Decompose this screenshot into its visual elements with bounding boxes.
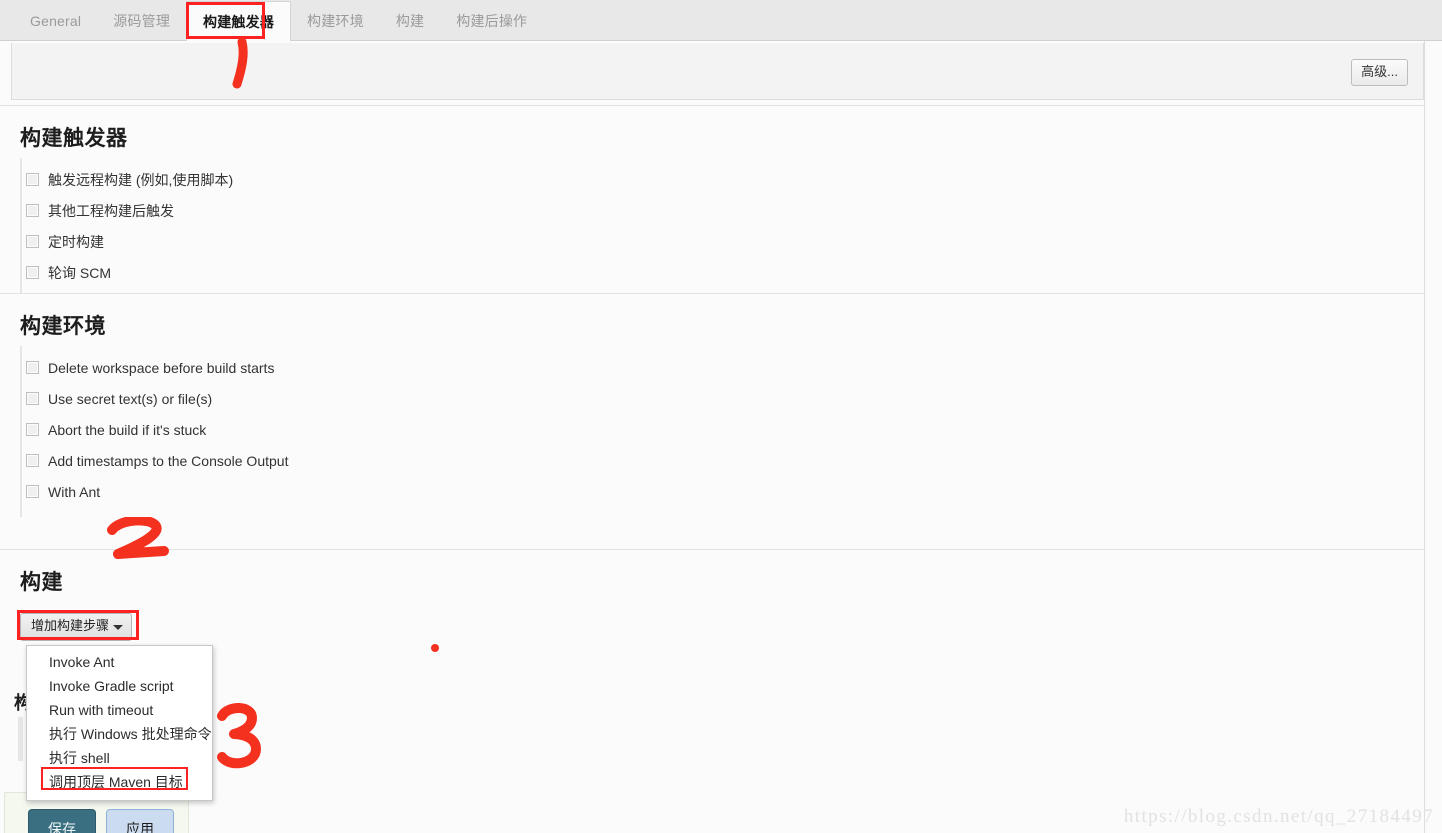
tab-label: 构建后操作 xyxy=(456,12,528,29)
option-label: With Ant xyxy=(48,483,101,500)
advanced-button[interactable]: 高级... xyxy=(1351,59,1408,87)
tab-label: 构建 xyxy=(395,12,425,29)
right-border-rule xyxy=(1424,41,1425,833)
option-row[interactable]: 定时构建? xyxy=(22,226,1424,257)
option-row[interactable]: 轮询 SCM? xyxy=(22,257,1424,288)
option-label: 定时构建 xyxy=(48,233,104,250)
option-row[interactable]: Use secret text(s) or file(s)? xyxy=(22,383,1424,414)
option-label: Use secret text(s) or file(s) xyxy=(48,390,213,407)
section-title: 构建环境 xyxy=(20,315,106,338)
option-row[interactable]: Add timestamps to the Console Output xyxy=(22,445,1424,476)
tab-5[interactable]: 构建后操作 xyxy=(440,0,543,41)
dropdown-item-5[interactable]: 调用顶层 Maven 目标 xyxy=(27,770,212,794)
option-list: Delete workspace before build starts Use … xyxy=(20,346,1424,517)
tab-label: 构建触发器 xyxy=(203,13,275,30)
tab-2[interactable]: 构建触发器 xyxy=(186,1,292,41)
option-row[interactable]: Abort the build if it's stuck xyxy=(22,414,1424,445)
checkbox[interactable] xyxy=(26,361,39,374)
section-title-build: 构建 xyxy=(20,571,63,594)
tab-0[interactable]: General xyxy=(14,0,97,41)
red-dot-marker xyxy=(431,644,439,652)
general-advanced-panel: 高级... xyxy=(11,43,1424,100)
checkbox[interactable] xyxy=(26,173,39,186)
obscured-option-rule xyxy=(18,717,23,761)
config-tab-bar: General 源码管理 构建触发器 构建环境 构建 构建后操作 xyxy=(0,0,1442,41)
section-build: 构建 xyxy=(0,549,1424,688)
section-title: 构建触发器 xyxy=(20,127,128,150)
option-row[interactable]: With Ant? xyxy=(22,476,1424,507)
option-list: 触发远程构建 (例如,使用脚本)?其他工程构建后触发?定时构建?轮询 SCM? xyxy=(20,158,1424,298)
option-label: 轮询 SCM xyxy=(48,264,111,281)
add-build-step-label: 增加构建步骤 xyxy=(31,618,110,633)
checkbox[interactable] xyxy=(26,235,39,248)
tab-1[interactable]: 源码管理 xyxy=(97,0,186,41)
option-row[interactable]: Delete workspace before build starts xyxy=(22,352,1424,383)
option-label: Add timestamps to the Console Output xyxy=(48,452,289,469)
section-1: 构建环境 Delete workspace before build starts… xyxy=(0,293,1424,517)
section-0: 构建触发器触发远程构建 (例如,使用脚本)?其他工程构建后触发?定时构建?轮询 … xyxy=(0,105,1424,298)
config-content: 高级... 构建触发器触发远程构建 (例如,使用脚本)?其他工程构建后触发?定时… xyxy=(0,41,1442,833)
option-label: Delete workspace before build starts xyxy=(48,359,275,376)
dropdown-item-4[interactable]: 执行 shell xyxy=(27,746,212,770)
option-label: Abort the build if it's stuck xyxy=(48,421,207,438)
jenkins-job-config-page: General 源码管理 构建触发器 构建环境 构建 构建后操作 高级... 构建触发器触… xyxy=(0,0,1442,833)
option-label: 触发远程构建 (例如,使用脚本) xyxy=(48,171,234,188)
save-button[interactable]: 保存 xyxy=(28,809,96,833)
build-step-dropdown-menu[interactable]: Invoke Ant Invoke Gradle script Run with t… xyxy=(26,645,213,801)
dropdown-item-2[interactable]: Run with timeout xyxy=(27,698,212,722)
checkbox[interactable] xyxy=(26,485,39,498)
dropdown-item-3[interactable]: 执行 Windows 批处理命令 xyxy=(27,722,212,746)
watermark-text: https://blog.csdn.net/qq_27184497 xyxy=(1123,806,1434,827)
checkbox[interactable] xyxy=(26,266,39,279)
apply-button[interactable]: 应用 xyxy=(106,809,174,833)
dropdown-item-1[interactable]: Invoke Gradle script xyxy=(27,674,212,698)
checkbox[interactable] xyxy=(26,454,39,467)
checkbox[interactable] xyxy=(26,392,39,405)
checkbox[interactable] xyxy=(26,204,39,217)
option-label: 其他工程构建后触发 xyxy=(48,202,174,219)
add-build-step-button[interactable]: 增加构建步骤 xyxy=(20,613,133,641)
dropdown-item-0[interactable]: Invoke Ant xyxy=(27,650,212,674)
tab-4[interactable]: 构建 xyxy=(380,0,440,41)
option-row[interactable]: 触发远程构建 (例如,使用脚本)? xyxy=(22,164,1424,195)
chevron-down-icon xyxy=(113,624,124,630)
tab-label: 构建环境 xyxy=(307,12,364,29)
checkbox[interactable] xyxy=(26,423,39,436)
tab-3[interactable]: 构建环境 xyxy=(291,0,380,41)
option-row[interactable]: 其他工程构建后触发? xyxy=(22,195,1424,226)
tab-label: General xyxy=(30,12,82,29)
tab-label: 源码管理 xyxy=(113,12,171,29)
